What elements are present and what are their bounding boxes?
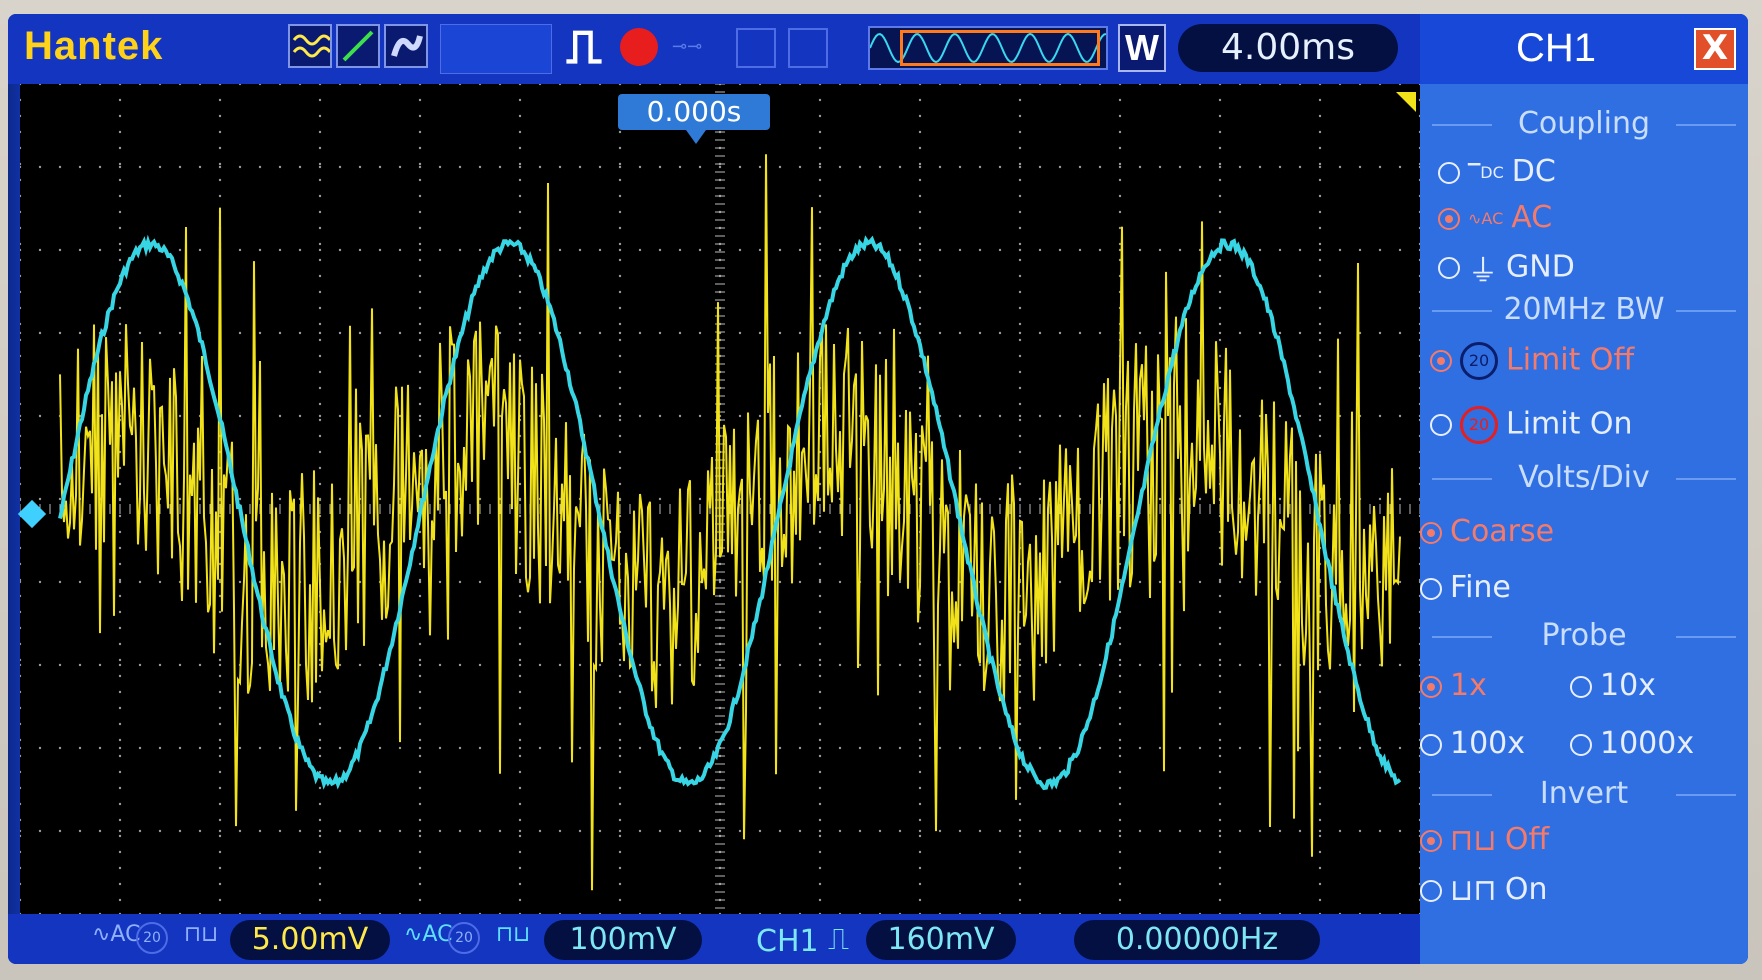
bw-limit-off-option[interactable]: 20 Limit Off [1430,342,1634,380]
section-divider [1676,478,1736,480]
coupling-gnd-option[interactable]: ⏚ GND [1438,246,1575,290]
usb-icon: ⊸⊸ [672,36,703,57]
radio-icon [1570,675,1592,698]
trigger-level-marker[interactable] [1396,92,1416,112]
ground-icon: ⏚ [1468,254,1498,289]
frequency-readout: 0.00000Hz [1074,920,1320,960]
section-divider [1676,310,1736,312]
panel-title: CH1 [1516,26,1597,70]
ch2-bw-icon: 20 [448,922,480,954]
bw-20-icon: 20 [1460,342,1498,380]
memory-position-strip[interactable] [868,26,1108,70]
section-divider [1432,478,1492,480]
ch1-ac-coupling-icon: ∿AC [92,922,141,947]
print-icon[interactable] [788,28,828,68]
section-divider [1432,636,1492,638]
radio-icon [1420,879,1442,902]
waveform-traces [58,154,1402,891]
pulse-trigger-icon[interactable] [562,24,606,68]
waveform-display-icon[interactable] [288,24,332,68]
trigger-position-arrow [686,130,706,144]
invert-on-option[interactable]: ⊔⊓ On [1420,872,1547,908]
rising-edge-icon: ⎍ [828,922,849,957]
empty-status-slot [440,24,552,74]
channel-menu-panel: CH1 X Coupling ▔DC DC ∿AC AC ⏚ GND 20MHz BW… [1420,14,1748,964]
radio-icon [1438,161,1460,184]
ch2-ac-coupling-icon: ∿AC [404,922,453,947]
persistence-icon[interactable] [384,24,428,68]
trigger-time-position[interactable]: 0.000s [618,94,770,130]
radio-selected-icon [1430,350,1452,372]
bottom-status-bar: ∿AC 20 ⊓⊔ 5.00mV ∿AC 20 ⊓⊔ 100mV CH1 ⎍ 1… [8,914,1420,964]
section-divider [1432,124,1492,126]
coupling-dc-option[interactable]: ▔DC DC [1438,154,1556,189]
ch2-scale-readout[interactable]: 100mV [544,920,702,960]
close-button[interactable]: X [1694,28,1736,70]
oscilloscope-screen: Hantek ⊸⊸ W 4.00ms 0.000s CH1 X Coupling… [8,14,1748,964]
ch1-wave-icon: ⊓⊔ [184,922,219,947]
ac-icon: ∿AC [1468,209,1504,228]
xy-mode-icon[interactable] [336,24,380,68]
probe-10x-option[interactable]: 10x [1570,668,1656,703]
radio-selected-icon [1420,675,1442,698]
section-divider [1432,794,1492,796]
section-divider [1676,794,1736,796]
probe-1000x-option[interactable]: 1000x [1570,726,1694,761]
probe-100x-option[interactable]: 100x [1420,726,1525,761]
panel-header: CH1 X [1420,14,1748,84]
trigger-level-readout[interactable]: 160mV [866,920,1016,960]
section-divider [1432,310,1492,312]
radio-selected-icon [1420,521,1442,544]
probe-1x-option[interactable]: 1x [1420,668,1487,703]
radio-selected-icon [1438,207,1460,230]
ch1-bw-icon: 20 [136,922,168,954]
top-status-bar: Hantek ⊸⊸ W 4.00ms [8,14,1420,84]
volts-fine-option[interactable]: Fine [1420,570,1511,605]
trigger-source-label[interactable]: CH1 [756,924,819,959]
bw-20-limit-icon: 20 [1460,406,1498,444]
radio-icon [1438,257,1460,279]
section-divider [1676,124,1736,126]
section-divider [1676,636,1736,638]
radio-icon [1420,577,1442,600]
dc-icon: ▔DC [1468,162,1504,182]
ch2-wave-icon: ⊓⊔ [496,922,531,947]
waveform-display[interactable] [17,84,1420,914]
radio-selected-icon [1420,829,1442,852]
brand-logo: Hantek [24,24,164,68]
timebase-readout[interactable]: 4.00ms [1178,24,1398,72]
inverted-wave-icon: ⊔⊓ [1450,873,1497,908]
record-icon[interactable] [620,28,658,66]
zoom-window-button[interactable]: W [1118,24,1166,72]
invert-off-option[interactable]: ⊓⊔ Off [1420,822,1549,858]
radio-icon [1420,733,1442,756]
save-disk-icon[interactable] [736,28,776,68]
oscilloscope-bezel: Hantek ⊸⊸ W 4.00ms 0.000s CH1 X Coupling… [0,0,1762,980]
square-wave-icon: ⊓⊔ [1450,823,1497,858]
ch1-scale-readout[interactable]: 5.00mV [230,920,390,960]
radio-icon [1570,733,1592,756]
memory-window-indicator[interactable] [900,30,1100,66]
ch1-trace [59,154,1401,891]
coupling-ac-option[interactable]: ∿AC AC [1438,200,1552,235]
volts-coarse-option[interactable]: Coarse [1420,514,1554,549]
bw-limit-on-option[interactable]: 20 Limit On [1430,406,1633,444]
radio-icon [1430,414,1452,436]
